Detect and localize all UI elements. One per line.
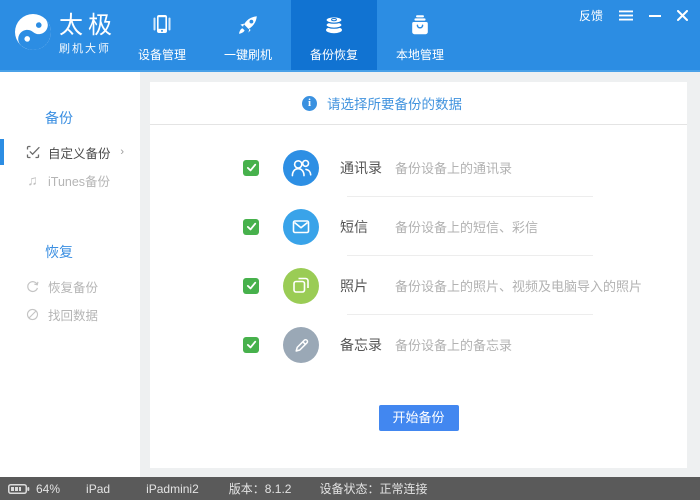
notes-icon [283, 326, 319, 363]
backup-row-contacts: 通讯录 备份设备上的通讯录 [150, 138, 687, 197]
info-bar: i 请选择所要备份的数据 [150, 82, 687, 125]
sidebar-item-restore-backup[interactable]: 恢复备份 [0, 272, 140, 300]
backup-item-label: 照片 [340, 277, 368, 294]
custom-backup-icon [25, 145, 40, 160]
backup-item-label: 短信 [340, 218, 368, 235]
taiji-logo-icon [14, 13, 52, 56]
sidebar-item-label: 恢复备份 [48, 280, 99, 295]
os-version: 版本：8.1.2 [228, 482, 292, 496]
chevron-right-icon: › [120, 146, 124, 158]
checkbox-sms[interactable] [243, 218, 259, 235]
tab-device-management[interactable]: 设备管理 [119, 0, 205, 70]
tab-label: 一键刷机 [223, 48, 272, 62]
backup-item-label: 备忘录 [340, 336, 382, 353]
info-icon: i [302, 95, 317, 111]
tab-backup-restore[interactable]: 备份恢复 [291, 0, 377, 70]
main-nav: 设备管理 一键刷机 备份恢复 本地管理 [119, 0, 463, 70]
app-logo: 太极 刷机大师 [14, 13, 117, 56]
checkbox-photos[interactable] [243, 277, 259, 294]
start-backup-button[interactable]: 开始备份 [378, 405, 459, 431]
button-row: 开始备份 [150, 405, 687, 431]
local-bag-icon [407, 9, 433, 41]
tab-label: 本地管理 [395, 48, 444, 62]
backup-item-desc: 备份设备上的备忘录 [395, 338, 513, 353]
backup-item-desc: 备份设备上的通讯录 [395, 161, 513, 176]
device-model: iPadmini2 [146, 481, 199, 496]
contacts-icon [283, 149, 319, 186]
app-title: 太极 [59, 11, 117, 39]
connection-status: 设备状态：正常连接 [319, 482, 428, 496]
sidebar-section-backup: 备份 [45, 110, 73, 126]
sidebar-item-itunes-backup[interactable]: ♫ iTunes备份 [0, 166, 140, 194]
tab-one-key-flash[interactable]: 一键刷机 [205, 0, 291, 70]
sidebar-item-retrieve-data[interactable]: 找回数据 [0, 300, 140, 328]
menu-icon[interactable] [619, 10, 633, 21]
tab-local-management[interactable]: 本地管理 [377, 0, 463, 70]
restore-icon [25, 279, 40, 294]
window-controls: 反馈 [579, 7, 688, 24]
device-icon [149, 9, 175, 41]
checkbox-contacts[interactable] [243, 159, 259, 176]
device-type: iPad [86, 481, 111, 496]
tab-label: 设备管理 [137, 48, 186, 62]
app-subtitle: 刷机大师 [59, 42, 111, 55]
feedback-link[interactable]: 反馈 [579, 7, 603, 24]
status-bar: 64% iPad iPadmini2 版本：8.1.2 设备状态：正常连接 [0, 477, 700, 500]
backup-item-label: 通讯录 [340, 159, 382, 176]
minimize-icon[interactable] [649, 10, 661, 21]
sidebar-item-label: iTunes备份 [48, 174, 111, 189]
tab-label: 备份恢复 [309, 48, 358, 62]
sidebar: 备份 自定义备份 › ♫ iTunes备份 恢复 恢复备份 找回数据 [0, 72, 140, 477]
app-window: 太极 刷机大师 设备管理 一键刷机 备份恢复 本地管理 反馈 备份 自定义备份 … [0, 0, 700, 500]
sidebar-item-custom-backup[interactable]: 自定义备份 › [0, 138, 140, 166]
backup-row-notes: 备忘录 备份设备上的备忘录 [150, 315, 687, 374]
flash-rocket-icon [235, 9, 261, 41]
backup-item-list: 通讯录 备份设备上的通讯录 短信 备份设备上的短信、彩信 照片 备份设备上的照片… [150, 125, 687, 431]
sidebar-section-restore: 恢复 [45, 244, 73, 260]
photos-icon [283, 267, 319, 304]
sidebar-item-label: 自定义备份 [48, 146, 111, 161]
backup-row-photos: 照片 备份设备上的照片、视频及电脑导入的照片 [150, 256, 687, 315]
header: 太极 刷机大师 设备管理 一键刷机 备份恢复 本地管理 反馈 [0, 0, 700, 72]
sidebar-item-label: 找回数据 [48, 308, 99, 323]
backup-item-desc: 备份设备上的照片、视频及电脑导入的照片 [395, 279, 643, 294]
battery-percent: 64% [36, 481, 61, 496]
retrieve-data-icon [25, 307, 40, 322]
sms-icon [283, 208, 319, 245]
backup-item-desc: 备份设备上的短信、彩信 [395, 220, 539, 235]
backup-row-sms: 短信 备份设备上的短信、彩信 [150, 197, 687, 256]
backup-database-icon [321, 9, 347, 41]
checkbox-notes[interactable] [243, 336, 259, 353]
backup-prompt: 请选择所要备份的数据 [327, 97, 462, 112]
backup-content-panel: i 请选择所要备份的数据 通讯录 备份设备上的通讯录 短信 备份设备上的短信、彩… [150, 82, 687, 468]
itunes-note-icon: ♫ [27, 172, 38, 188]
battery-icon [8, 483, 30, 495]
close-icon[interactable] [677, 10, 688, 21]
